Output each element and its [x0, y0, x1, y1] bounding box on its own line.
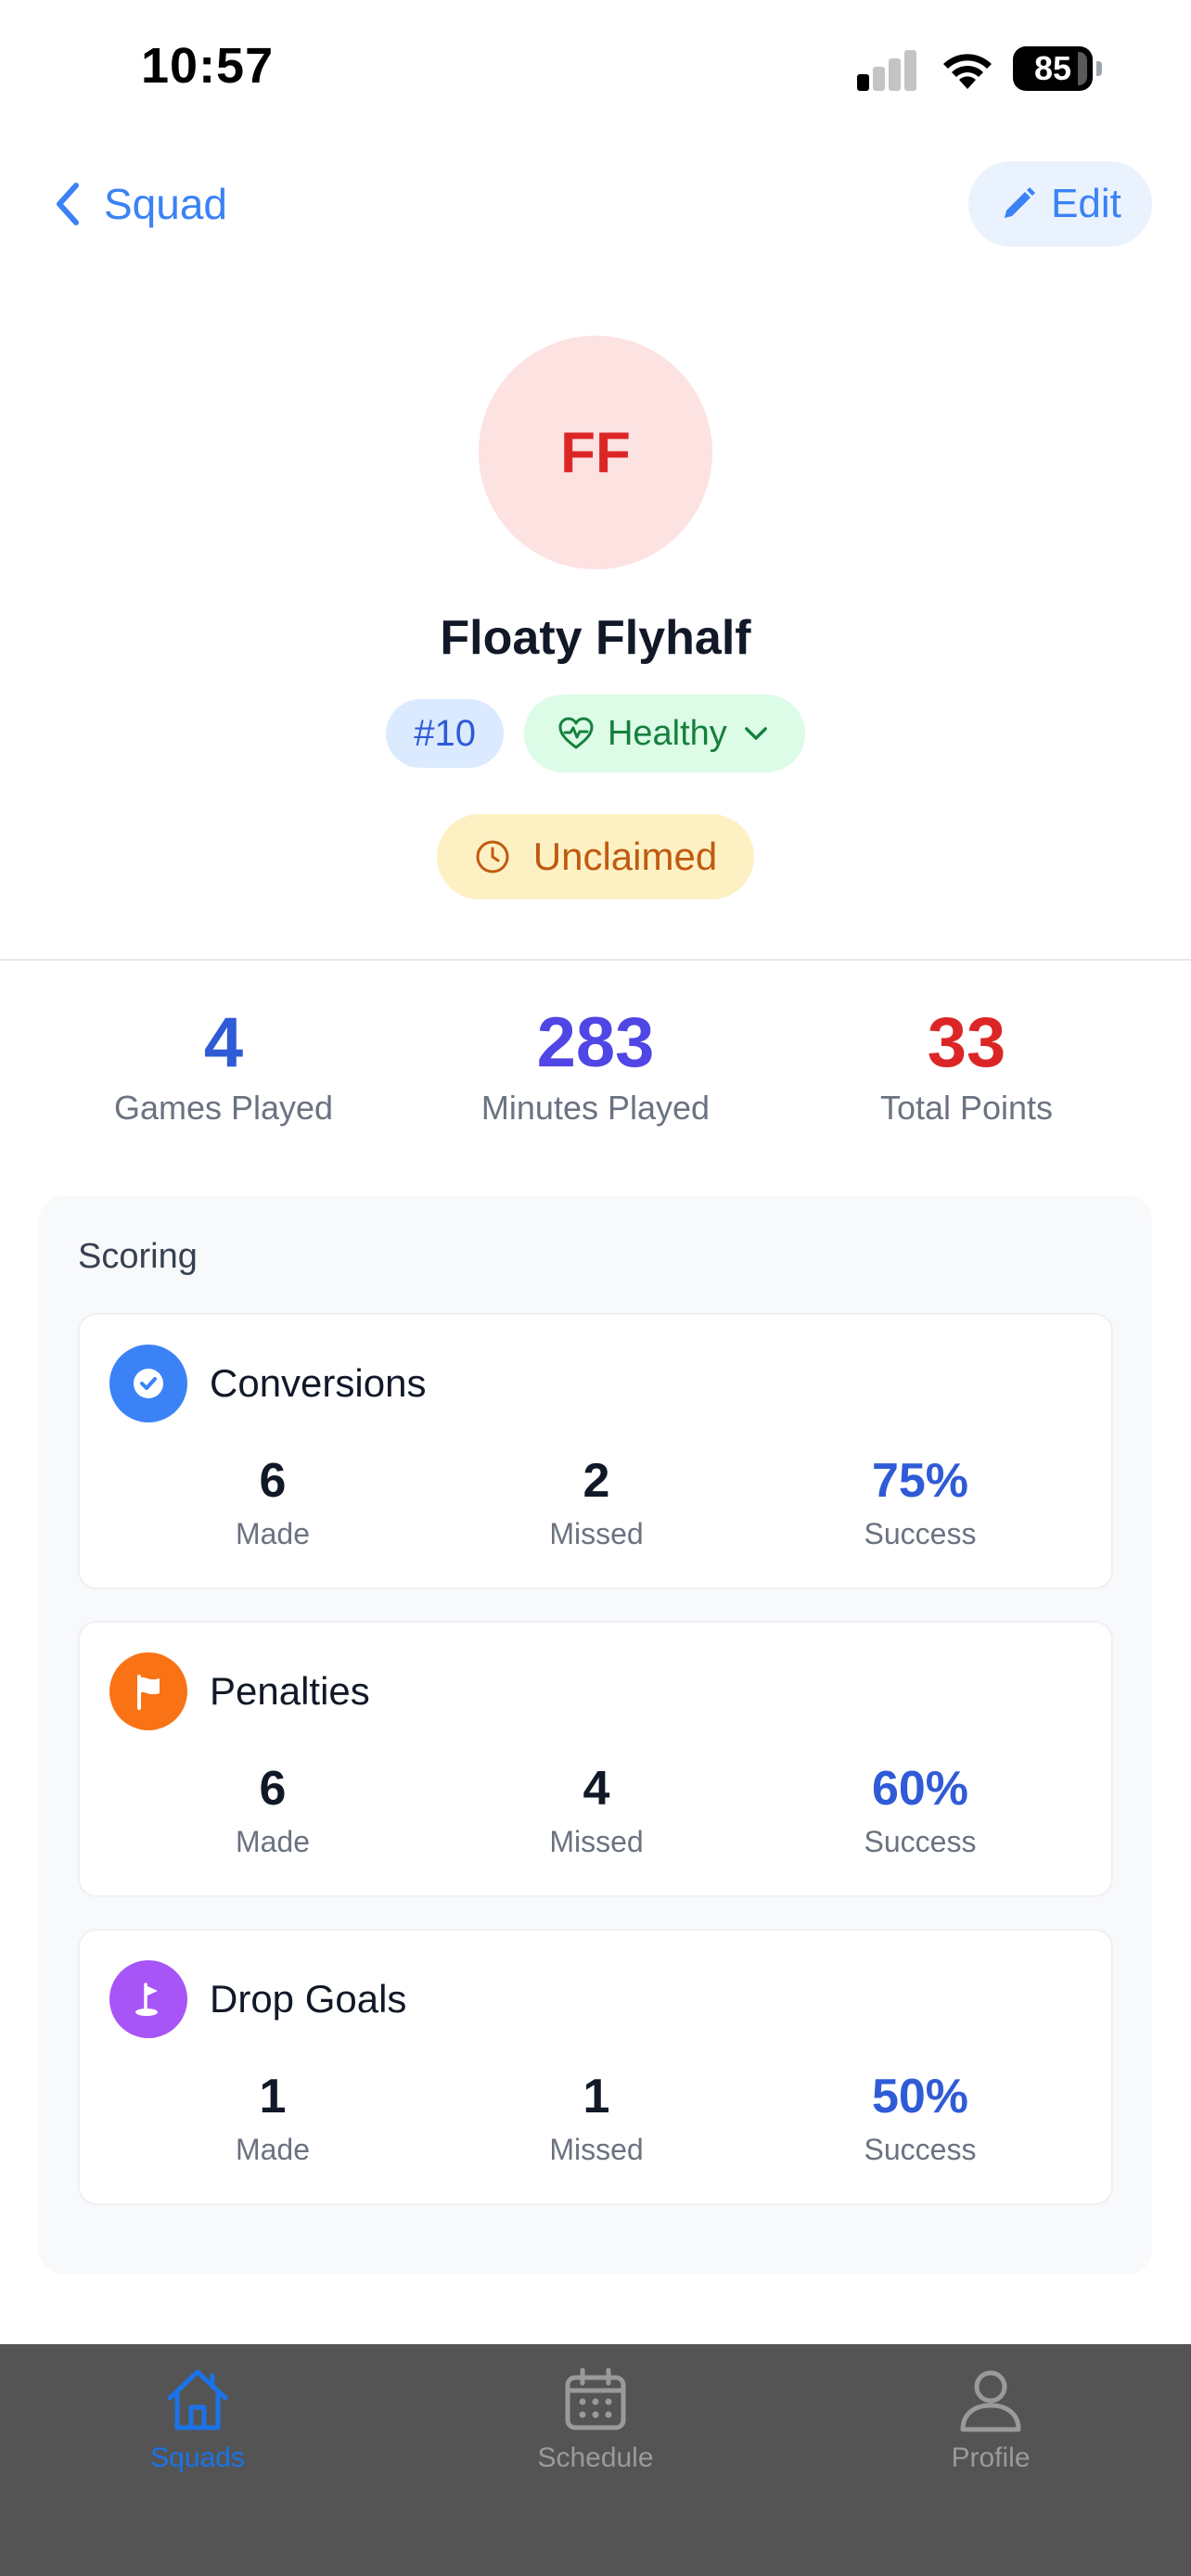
missed-label: Missed [549, 1517, 644, 1550]
stat-value: 283 [536, 1003, 655, 1082]
missed-stat: 2 Missed [457, 1452, 736, 1551]
card-title: Penalties [210, 1669, 370, 1713]
back-button-label: Squad [104, 180, 228, 228]
status-bar: 10:57 85 [0, 0, 1191, 139]
made-value: 6 [259, 1454, 287, 1508]
missed-value: 1 [583, 2070, 610, 2123]
edit-button-label: Edit [1051, 181, 1121, 226]
calendar-icon [565, 2367, 626, 2430]
battery-level: 85 [1033, 49, 1072, 87]
success-label: Success [864, 2133, 977, 2166]
penalties-card: Penalties 6 Made 4 Missed 60% Success [78, 1621, 1113, 1897]
success-value: 60% [871, 1762, 969, 1816]
avatar: FF [479, 336, 712, 569]
summary-stats: 4 Games Played 283 Minutes Played 33 Tot… [0, 1001, 1191, 1141]
missed-value: 4 [583, 1762, 610, 1816]
tab-bar: Squads Schedule Profile [0, 2344, 1191, 2576]
pencil-icon [1005, 187, 1036, 218]
clock-icon [476, 840, 509, 874]
battery-icon: 85 [1013, 46, 1102, 91]
tab-profile[interactable]: Profile [852, 2363, 1130, 2474]
success-stat: 75% Success [781, 1452, 1059, 1551]
made-value: 1 [259, 2070, 287, 2123]
health-status-label: Healthy [607, 713, 727, 753]
player-badges: #10 Healthy [0, 695, 1191, 772]
missed-label: Missed [549, 1825, 644, 1858]
tab-squads[interactable]: Squads [58, 2363, 337, 2474]
scoring-panel: Scoring Conversions 6 Made 2 Missed 75% … [39, 1196, 1152, 2274]
card-title: Conversions [210, 1361, 427, 1405]
tab-label: Squads [150, 2442, 245, 2473]
chevron-left-icon [57, 183, 79, 225]
home-icon [167, 2369, 228, 2430]
made-label: Made [235, 1825, 311, 1858]
golf-flag-icon [109, 1960, 187, 2038]
tab-schedule[interactable]: Schedule [456, 2363, 735, 2474]
jersey-number-badge: #10 [386, 699, 504, 768]
person-icon [960, 2370, 1021, 2432]
success-value: 75% [871, 1454, 969, 1508]
made-stat: 6 Made [134, 1760, 412, 1859]
drop-goals-card: Drop Goals 1 Made 1 Missed 50% Success [78, 1929, 1113, 2205]
flag-icon [109, 1652, 187, 1730]
stat-label: Minutes Played [480, 1089, 711, 1127]
made-label: Made [235, 2133, 311, 2166]
heart-pulse-icon [558, 717, 594, 749]
stat-label: Games Played [113, 1089, 334, 1127]
avatar-initials: FF [560, 420, 631, 485]
success-label: Success [864, 1825, 977, 1858]
cellular-signal-icon [857, 50, 918, 91]
made-value: 6 [259, 1762, 287, 1816]
tab-label: Profile [951, 2442, 1031, 2473]
missed-stat: 1 Missed [457, 2068, 736, 2167]
health-status-dropdown[interactable]: Healthy [523, 695, 805, 772]
success-label: Success [864, 1517, 977, 1550]
claim-status-badge: Unclaimed [437, 814, 754, 899]
edit-button[interactable]: Edit [968, 161, 1152, 247]
back-button[interactable]: Squad [52, 172, 227, 236]
stat-value: 33 [927, 1003, 1006, 1082]
stat-games-played: 4 Games Played [38, 1001, 409, 1128]
missed-value: 2 [583, 1454, 610, 1508]
scoring-title: Scoring [78, 1237, 198, 1276]
stat-total-points: 33 Total Points [781, 1001, 1152, 1128]
wifi-icon [939, 48, 996, 91]
stat-value: 4 [203, 1003, 244, 1082]
divider [0, 959, 1191, 961]
check-circle-icon [109, 1345, 187, 1422]
success-stat: 50% Success [781, 2068, 1059, 2167]
made-stat: 6 Made [134, 1452, 412, 1551]
stat-label: Total Points [879, 1089, 1054, 1127]
claim-status-label: Unclaimed [532, 835, 718, 878]
missed-stat: 4 Missed [457, 1760, 736, 1859]
tab-label: Schedule [537, 2442, 654, 2473]
card-title: Drop Goals [210, 1977, 407, 2021]
missed-label: Missed [549, 2133, 644, 2166]
status-time: 10:57 [141, 38, 275, 94]
chevron-down-icon [744, 727, 767, 740]
conversions-card: Conversions 6 Made 2 Missed 75% Success [78, 1313, 1113, 1589]
made-stat: 1 Made [134, 2068, 412, 2167]
success-value: 50% [871, 2070, 969, 2123]
stat-minutes-played: 283 Minutes Played [410, 1001, 781, 1128]
made-label: Made [235, 1517, 311, 1550]
player-name: Floaty Flyhalf [440, 611, 751, 665]
success-stat: 60% Success [781, 1760, 1059, 1859]
